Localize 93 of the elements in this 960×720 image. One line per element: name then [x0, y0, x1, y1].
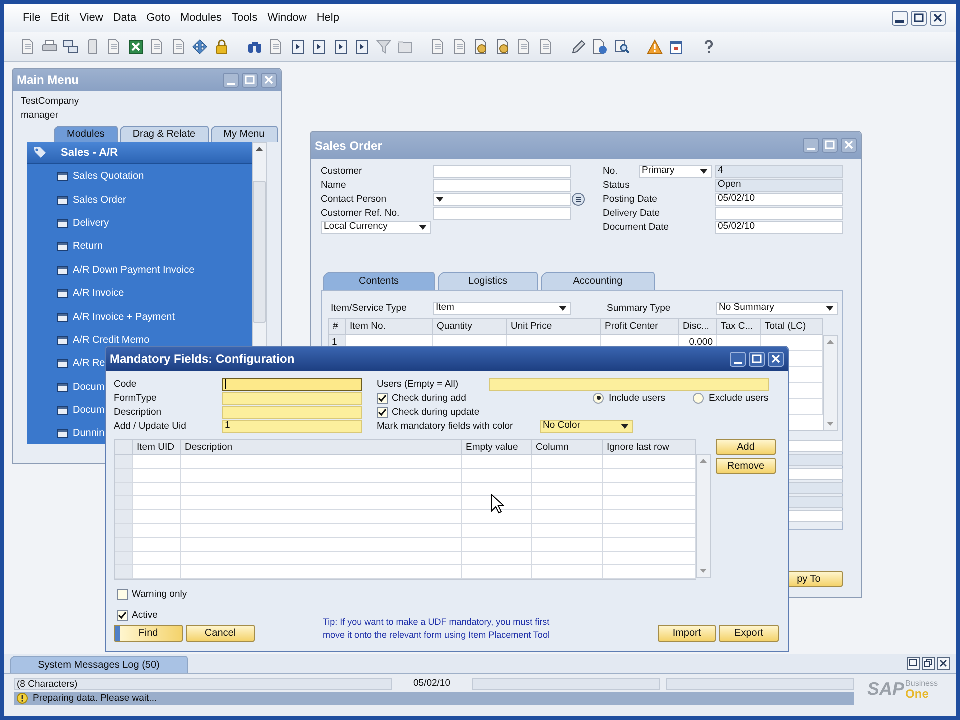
column-header[interactable]: Column [532, 440, 603, 454]
radio-label[interactable]: Exclude users [709, 392, 769, 404]
window-title: Sales Order [315, 138, 382, 152]
window-title: Main Menu [17, 73, 79, 87]
checkbox-label[interactable]: Active [132, 610, 158, 622]
checkbox-label[interactable]: Warning only [132, 589, 188, 600]
field-label: Posting Date [603, 194, 658, 204]
logo-text: One [906, 689, 930, 699]
window-title: Mandatory Fields: Configuration [110, 352, 295, 366]
field-label: Name [321, 180, 348, 190]
column-header[interactable]: # [329, 319, 346, 334]
menu-item[interactable]: Edit [46, 12, 75, 24]
menu-entry[interactable]: Sales Quotation [73, 171, 144, 182]
tab[interactable]: Contents [323, 272, 435, 290]
column-header[interactable]: Description [181, 440, 462, 454]
field-label: Summary Type [607, 302, 672, 314]
menu-item[interactable]: Modules [175, 12, 228, 24]
column-header[interactable]: Unit Price [507, 319, 601, 334]
field-label: Item/Service Type [331, 302, 408, 314]
menu-entry[interactable]: A/R Invoice [73, 288, 124, 300]
action-button[interactable]: Find [114, 625, 183, 642]
menu-tab[interactable]: Modules [54, 126, 118, 142]
field-label: Users (Empty = All) [377, 378, 460, 390]
action-button[interactable]: Cancel [186, 625, 255, 642]
menu-item[interactable]: Tools [227, 12, 263, 24]
menu-entry[interactable]: A/R Re [73, 358, 106, 370]
menu-item[interactable]: Window [262, 12, 312, 24]
column-header[interactable]: Profit Center [601, 319, 679, 334]
menu-item[interactable]: Help [312, 12, 344, 24]
tab[interactable]: Logistics [438, 272, 538, 290]
column-header[interactable]: Item UID [133, 440, 181, 454]
field-label: Document Date [603, 222, 670, 232]
status-message: Preparing data. Please wait... [33, 693, 158, 704]
menu-item[interactable]: Data [108, 12, 142, 24]
input-field[interactable]: 1 [222, 420, 362, 432]
column-header[interactable]: Disc... [679, 319, 717, 334]
menu-tab[interactable]: My Menu [210, 126, 278, 142]
menu-item[interactable]: View [74, 12, 108, 24]
menu-entry[interactable]: A/R Credit Memo [73, 334, 150, 346]
menu-entry[interactable]: Docum [73, 382, 105, 393]
action-button[interactable]: Import [658, 625, 716, 642]
input-field: 4 [715, 164, 843, 178]
menu-entry[interactable]: Return [73, 241, 104, 252]
dropdown[interactable]: Local Currency [321, 220, 431, 234]
menu-entry[interactable]: Delivery [73, 218, 110, 229]
field-label: Contact Person [321, 194, 388, 204]
column-header[interactable]: Tax C... [717, 319, 761, 334]
radio-label[interactable]: Include users [609, 392, 693, 404]
menu-item[interactable]: File [18, 12, 46, 24]
field-label: Description [114, 406, 163, 418]
field-label: Delivery Date [603, 208, 662, 218]
status-text: (8 Characters) [14, 678, 392, 690]
logo-text: SAP [868, 679, 905, 700]
user-name: manager [21, 109, 60, 123]
checkbox-label[interactable]: Check during update [392, 406, 480, 418]
menu-entry[interactable]: Docum [73, 405, 105, 416]
field-label: Customer Ref. No. [321, 208, 401, 218]
column-header[interactable]: Item No. [346, 319, 433, 334]
column-header[interactable]: Empty value [462, 440, 532, 454]
field-label: Add / Update Uid [114, 420, 188, 432]
dropdown[interactable]: No Color [540, 420, 633, 432]
dropdown[interactable]: No Summary [716, 302, 838, 314]
input-field[interactable]: 05/02/10 [715, 220, 843, 234]
input-field: Open [715, 178, 843, 192]
menu-tab[interactable]: Drag & Relate [120, 126, 209, 142]
action-button[interactable]: Remove [716, 458, 776, 474]
dropdown[interactable]: Item [433, 302, 571, 314]
company-name: TestCompany [21, 95, 80, 109]
action-button[interactable]: Export [719, 625, 779, 642]
dropdown[interactable]: Primary [639, 164, 712, 178]
tab[interactable]: Accounting [541, 272, 655, 290]
checkbox-label[interactable]: Check during add [392, 392, 593, 404]
field-label: Mark mandatory fields with color [377, 420, 514, 432]
field-label: No. [603, 166, 619, 176]
menu-entry[interactable]: A/R Invoice + Payment [73, 312, 175, 323]
menu-entry[interactable]: A/R Down Payment Invoice [73, 264, 195, 276]
action-button[interactable]: Add [716, 439, 776, 455]
tip-text: Tip: If you want to make a UDF mandatory, you must first move it onto the relevant form using Item Placement Tool [323, 616, 551, 642]
field-label: Status [603, 180, 631, 190]
input-field[interactable]: 05/02/10 [715, 192, 843, 206]
menu-item[interactable]: Goto [142, 12, 176, 24]
menu-entry[interactable]: Dunnin [73, 428, 105, 440]
column-header[interactable]: Total (LC) [761, 319, 823, 334]
field-label: FormType [114, 392, 158, 404]
tab[interactable]: System Messages Log (50) [10, 656, 188, 673]
column-header[interactable]: Ignore last row [603, 440, 696, 454]
section-header[interactable]: Sales - A/R [27, 142, 252, 164]
column-header[interactable]: Quantity [433, 319, 507, 334]
status-date: 05/02/10 [412, 678, 452, 689]
field-label: Customer [321, 166, 364, 176]
field-label: Code [114, 378, 138, 390]
logo-text: Business [906, 679, 938, 689]
menu-entry[interactable]: Sales Order [73, 194, 126, 206]
